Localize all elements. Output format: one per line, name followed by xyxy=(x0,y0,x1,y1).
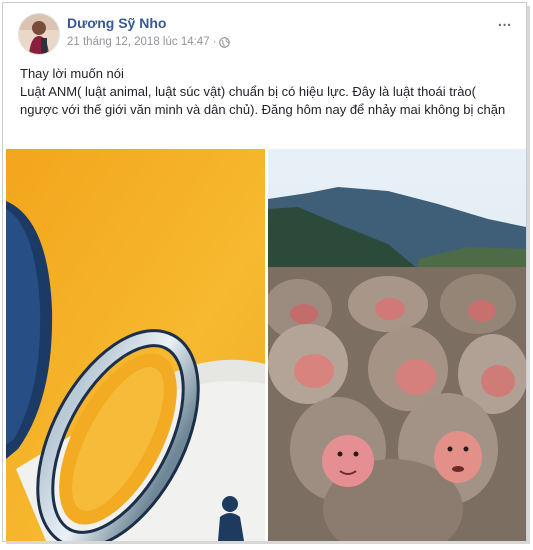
post-text-line: Luật ANM( luật animal, luật súc vật) chu… xyxy=(20,84,506,117)
card-shadow-bottom xyxy=(6,541,530,544)
post-text: Thay lời muốn nói Luật ANM( luật animal,… xyxy=(20,65,515,119)
right-image[interactable] xyxy=(268,149,526,541)
author-avatar[interactable] xyxy=(18,13,60,55)
left-image[interactable] xyxy=(6,149,265,541)
post-timestamp[interactable]: 21 tháng 12, 2018 lúc 14:47 xyxy=(67,36,210,48)
more-options-icon[interactable]: ... xyxy=(491,10,517,30)
facebook-post-card: Dương Sỹ Nho 21 tháng 12, 2018 lúc 14:47… xyxy=(2,2,527,542)
globe-icon[interactable] xyxy=(219,36,231,48)
meta-separator: · xyxy=(212,36,217,48)
post-text-line: Thay lời muốn nói xyxy=(20,66,124,81)
card-shadow-right xyxy=(527,6,530,543)
author-name[interactable]: Dương Sỹ Nho xyxy=(67,15,166,31)
post-meta: 21 tháng 12, 2018 lúc 14:47 · xyxy=(67,36,231,48)
